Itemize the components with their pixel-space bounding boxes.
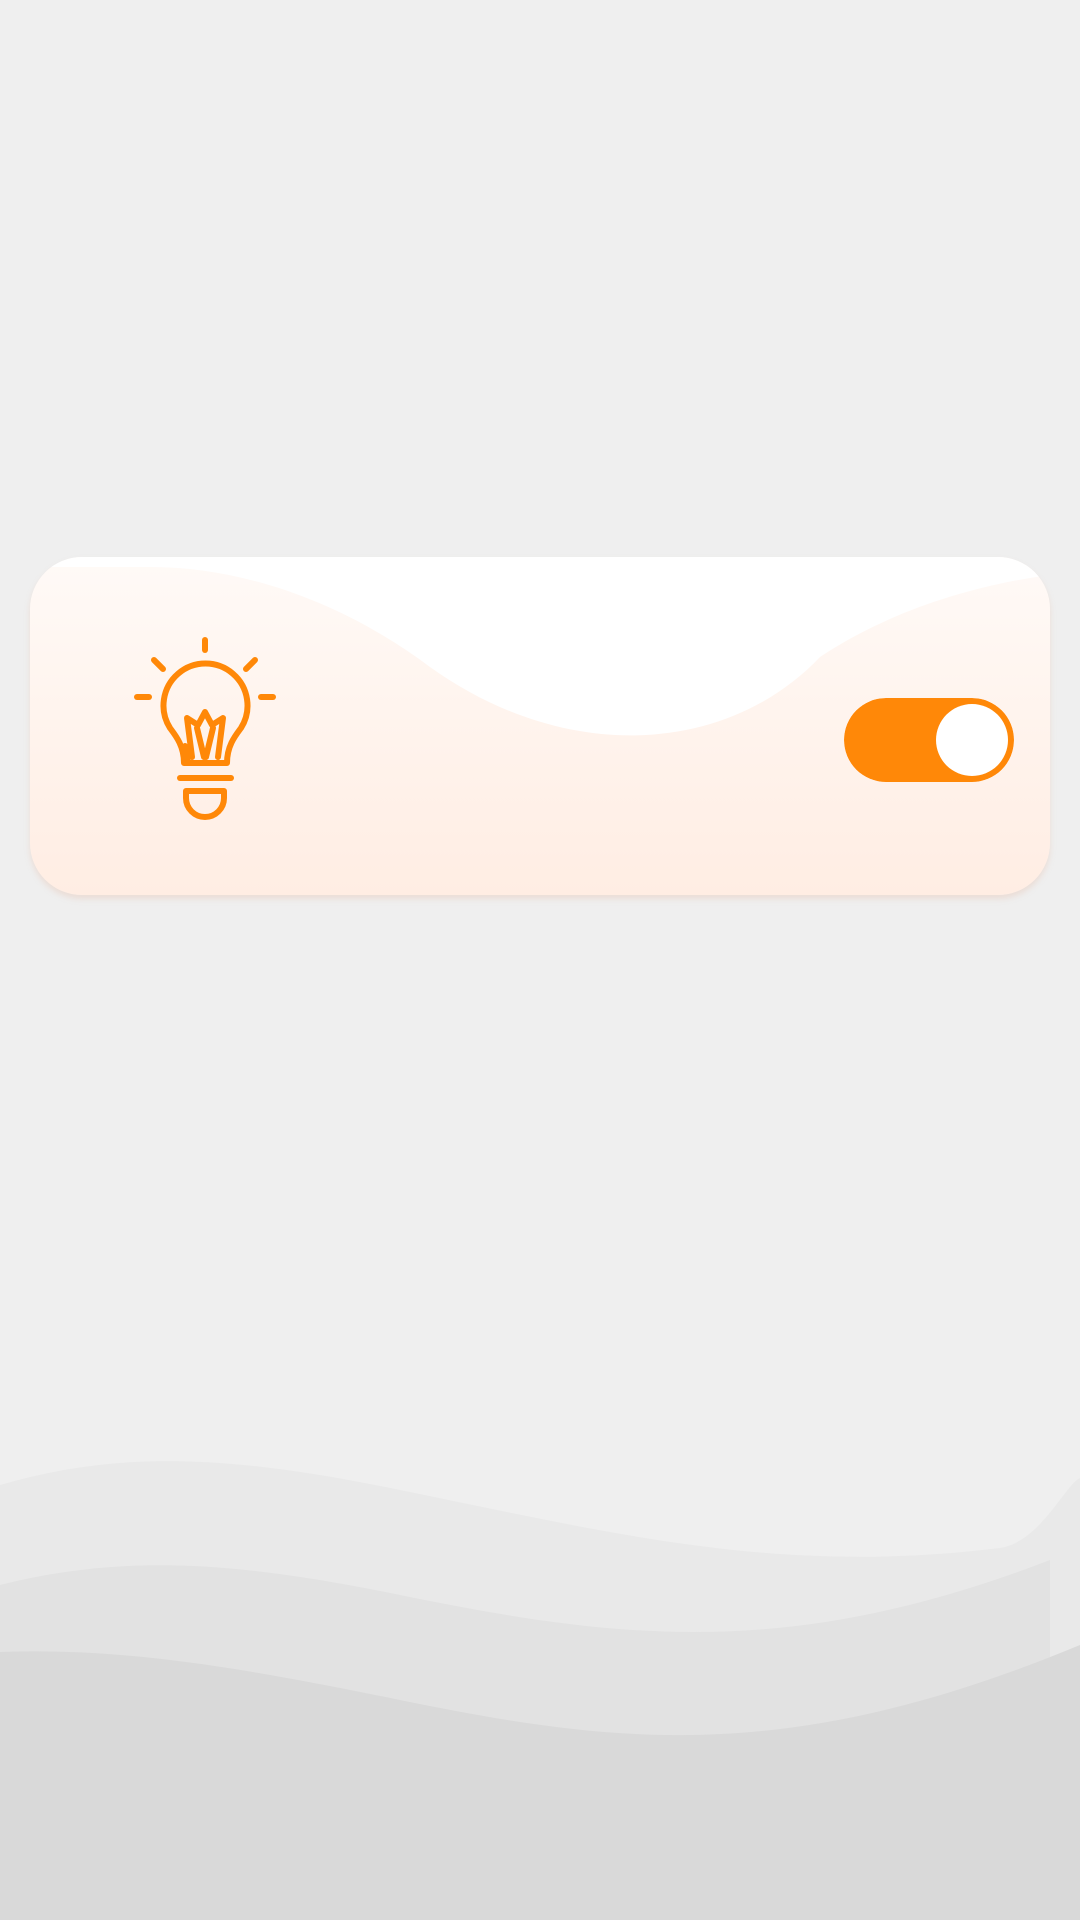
lightbulb-icon: [134, 637, 276, 820]
light-toggle-switch[interactable]: [844, 698, 1014, 782]
toggle-knob: [936, 704, 1008, 776]
background-waves: [0, 1461, 1080, 1920]
